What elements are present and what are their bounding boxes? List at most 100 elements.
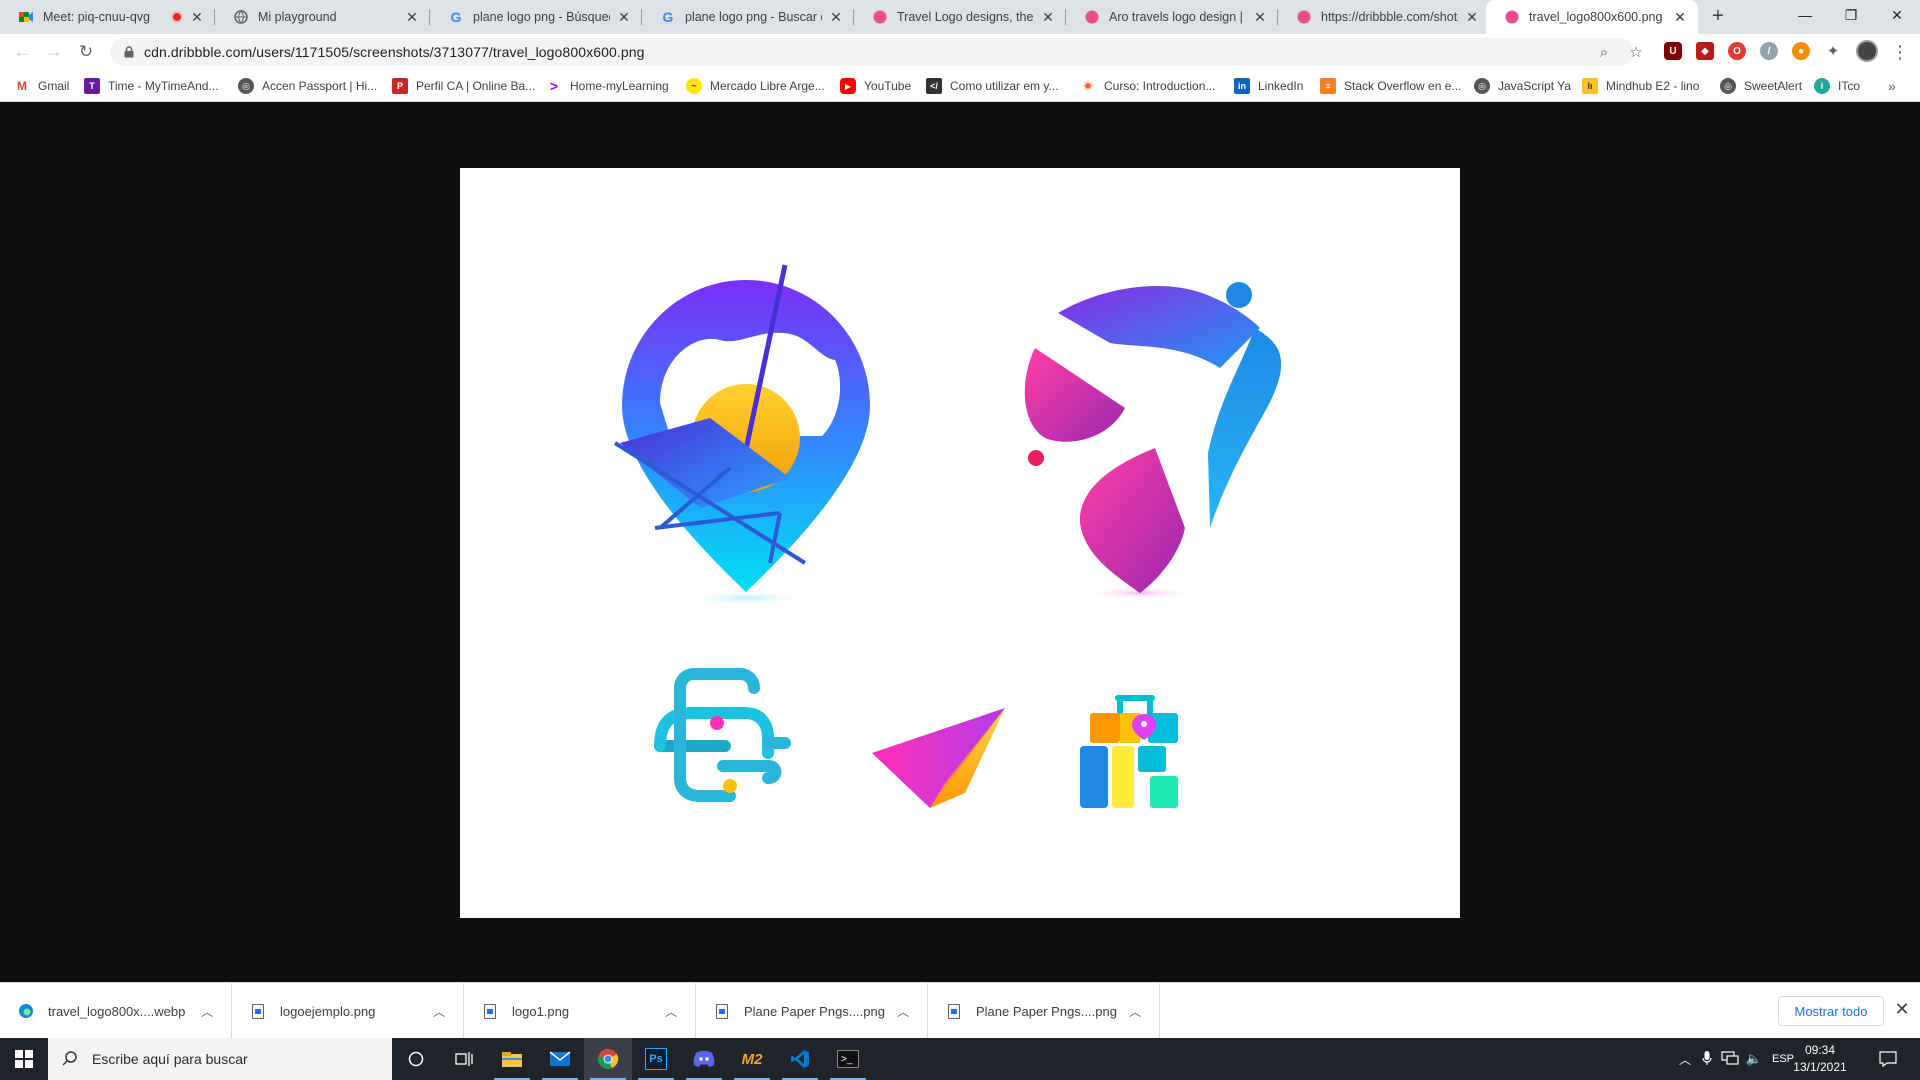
close-tab-icon[interactable]: ✕ — [828, 9, 844, 25]
chevron-up-icon[interactable]: ︿ — [893, 1003, 913, 1020]
address-bar[interactable]: cdn.dribbble.com/users/1171505/screensho… — [110, 38, 1643, 66]
search-placeholder: Escribe aquí para buscar — [92, 1051, 248, 1067]
suitcase-logo — [1080, 695, 1178, 808]
close-tab-icon[interactable]: ✕ — [1040, 9, 1056, 25]
tab-dribbble-aro[interactable]: Aro travels logo design | m ✕ — [1066, 0, 1278, 34]
mail-icon[interactable] — [536, 1038, 584, 1080]
opera-ext-icon[interactable]: O — [1728, 42, 1746, 60]
bookmark-sweetalert[interactable]: ◎ SweetAlert — [1720, 78, 1802, 94]
chevron-up-icon[interactable]: ︿ — [661, 1003, 681, 1020]
bookmark-itco[interactable]: i ITco — [1814, 78, 1860, 94]
taskbar-search[interactable]: Escribe aquí para buscar — [48, 1038, 392, 1080]
network-icon[interactable] — [1718, 1050, 1742, 1068]
discord-icon[interactable] — [680, 1038, 728, 1080]
close-tab-icon[interactable]: ✕ — [189, 9, 205, 25]
globe-icon — [233, 9, 249, 25]
tab-playground[interactable]: Mi playground ✕ — [215, 0, 430, 34]
bookmark-time[interactable]: T Time - MyTimeAnd... — [84, 78, 218, 94]
bookmark-curso[interactable]: ✷ Curso: Introduction... — [1080, 78, 1215, 94]
lock-icon[interactable] — [122, 45, 136, 59]
close-tab-icon[interactable]: ✕ — [1464, 9, 1480, 25]
download-item[interactable]: logo1.png ︿ — [464, 983, 696, 1039]
forward-button[interactable]: → — [42, 40, 66, 64]
zoom-icon[interactable]: ⌕ — [1594, 42, 1614, 62]
close-tab-icon[interactable]: ✕ — [1252, 9, 1268, 25]
winamp-icon[interactable]: M2 — [728, 1038, 776, 1080]
google-meet-icon — [18, 9, 34, 25]
download-item[interactable]: logoejemplo.png ︿ — [232, 983, 464, 1039]
ublock-icon[interactable]: U — [1664, 42, 1682, 60]
taskbar-clock[interactable]: 09:34 13/1/2021 — [1790, 1042, 1850, 1076]
bookmark-label: Stack Overflow en e... — [1344, 79, 1462, 93]
paper-plane-logo — [872, 708, 1005, 808]
displayed-image[interactable] — [460, 168, 1460, 918]
download-item[interactable]: travel_logo800x....webp ︿ — [0, 983, 232, 1039]
close-tab-icon[interactable]: ✕ — [616, 9, 632, 25]
youtube-icon: ▶ — [840, 78, 856, 94]
globe-icon: ◎ — [1720, 78, 1736, 94]
tab-travel-logo[interactable]: travel_logo800x600.png (80 ✕ — [1486, 0, 1698, 34]
bookmark-mylearning[interactable]: > Home-myLearning — [546, 78, 669, 94]
chevron-up-icon[interactable]: ︿ — [1674, 1051, 1696, 1068]
reload-button[interactable]: ↻ — [74, 40, 98, 64]
bookmark-stackoverflow[interactable]: ≡ Stack Overflow en e... — [1320, 78, 1461, 94]
download-item[interactable]: Plane Paper Pngs....png ︿ — [696, 983, 928, 1039]
dribbble-icon — [872, 9, 888, 25]
new-tab-button[interactable]: + — [1706, 5, 1730, 29]
menu-icon[interactable]: ⋮ — [1888, 40, 1912, 64]
download-item[interactable]: Plane Paper Pngs....png ︿ — [928, 983, 1160, 1039]
bookmark-gmail[interactable]: M Gmail — [14, 78, 69, 94]
task-view-icon[interactable] — [440, 1038, 488, 1080]
vscode-icon[interactable] — [776, 1038, 824, 1080]
dribbble-icon — [1296, 9, 1312, 25]
tab-google-search-2[interactable]: G plane logo png - Buscar co ✕ — [642, 0, 854, 34]
close-tab-icon[interactable]: ✕ — [1672, 9, 1688, 25]
close-tab-icon[interactable]: ✕ — [404, 9, 420, 25]
tab-google-search-1[interactable]: G plane logo png - Búsqueda ✕ — [430, 0, 642, 34]
more-bookmarks-icon[interactable]: » — [1888, 78, 1896, 94]
close-downloads-icon[interactable]: ✕ — [1892, 999, 1912, 1019]
shield-ext-icon[interactable]: ◆ — [1696, 42, 1714, 60]
terminal-icon[interactable]: >_ — [824, 1038, 872, 1080]
restore-button[interactable]: ❐ — [1828, 0, 1874, 30]
windows-start-icon[interactable] — [0, 1038, 48, 1080]
tab-meet[interactable]: Meet: piq-cnuu-qvg ✕ — [0, 0, 215, 34]
chevron-up-icon[interactable]: ︿ — [429, 1003, 449, 1020]
tab-dribbble-shots[interactable]: https://dribbble.com/shots/ ✕ — [1278, 0, 1490, 34]
bookmark-como-utilizar[interactable]: </ Como utilizar em y... — [926, 78, 1058, 94]
bookmark-mercadolibre[interactable]: ~ Mercado Libre Arge... — [686, 78, 825, 94]
dribbble-icon — [1504, 9, 1520, 25]
volume-icon[interactable]: 🔈 — [1742, 1051, 1766, 1067]
bookmark-label: Perfil CA | Online Ba... — [416, 79, 536, 93]
cortana-icon[interactable] — [392, 1038, 440, 1080]
feather-ext-icon[interactable]: / — [1760, 42, 1778, 60]
bookmark-perfil-ca[interactable]: P Perfil CA | Online Ba... — [392, 78, 535, 94]
tab-strip: Meet: piq-cnuu-qvg ✕ Mi playground ✕ G p… — [0, 0, 1920, 34]
mindhub-icon: lı — [1582, 78, 1598, 94]
avatar[interactable] — [1856, 40, 1878, 62]
show-all-button[interactable]: Mostrar todo — [1778, 996, 1884, 1026]
google-icon: G — [662, 9, 674, 25]
bookmark-mindhub[interactable]: lı Mindhub E2 - lino — [1582, 78, 1699, 94]
back-button[interactable]: ← — [10, 40, 34, 64]
microphone-icon[interactable] — [1696, 1050, 1718, 1069]
file-explorer-icon[interactable] — [488, 1038, 536, 1080]
bookmark-linkedin[interactable]: in LinkedIn — [1234, 78, 1303, 94]
bookmark-accen-passport[interactable]: ◎ Accen Passport | Hi... — [238, 78, 377, 94]
bookmark-youtube[interactable]: ▶ YouTube — [840, 78, 911, 94]
puzzle-icon[interactable]: ✦ — [1824, 42, 1842, 60]
color-ext-icon[interactable]: ● — [1792, 42, 1810, 60]
chevron-up-icon[interactable]: ︿ — [1125, 1003, 1145, 1020]
chevron-up-icon[interactable]: ︿ — [197, 1003, 217, 1020]
url-text[interactable]: cdn.dribbble.com/users/1171505/screensho… — [144, 44, 645, 60]
bookmark-javascript-ya[interactable]: ◎ JavaScript Ya — [1474, 78, 1571, 94]
chrome-icon[interactable] — [584, 1038, 632, 1080]
tab-dribbble-travel[interactable]: Travel Logo designs, theme ✕ — [854, 0, 1066, 34]
bookmark-label: Gmail — [38, 79, 70, 93]
close-window-button[interactable]: ✕ — [1874, 0, 1920, 30]
photoshop-icon[interactable]: Ps — [632, 1038, 680, 1080]
tab-title: https://dribbble.com/shots/ — [1321, 10, 1458, 24]
minimize-button[interactable]: — — [1782, 0, 1828, 30]
bookmark-star-icon[interactable]: ☆ — [1626, 42, 1646, 62]
notifications-icon[interactable] — [1864, 1038, 1912, 1080]
